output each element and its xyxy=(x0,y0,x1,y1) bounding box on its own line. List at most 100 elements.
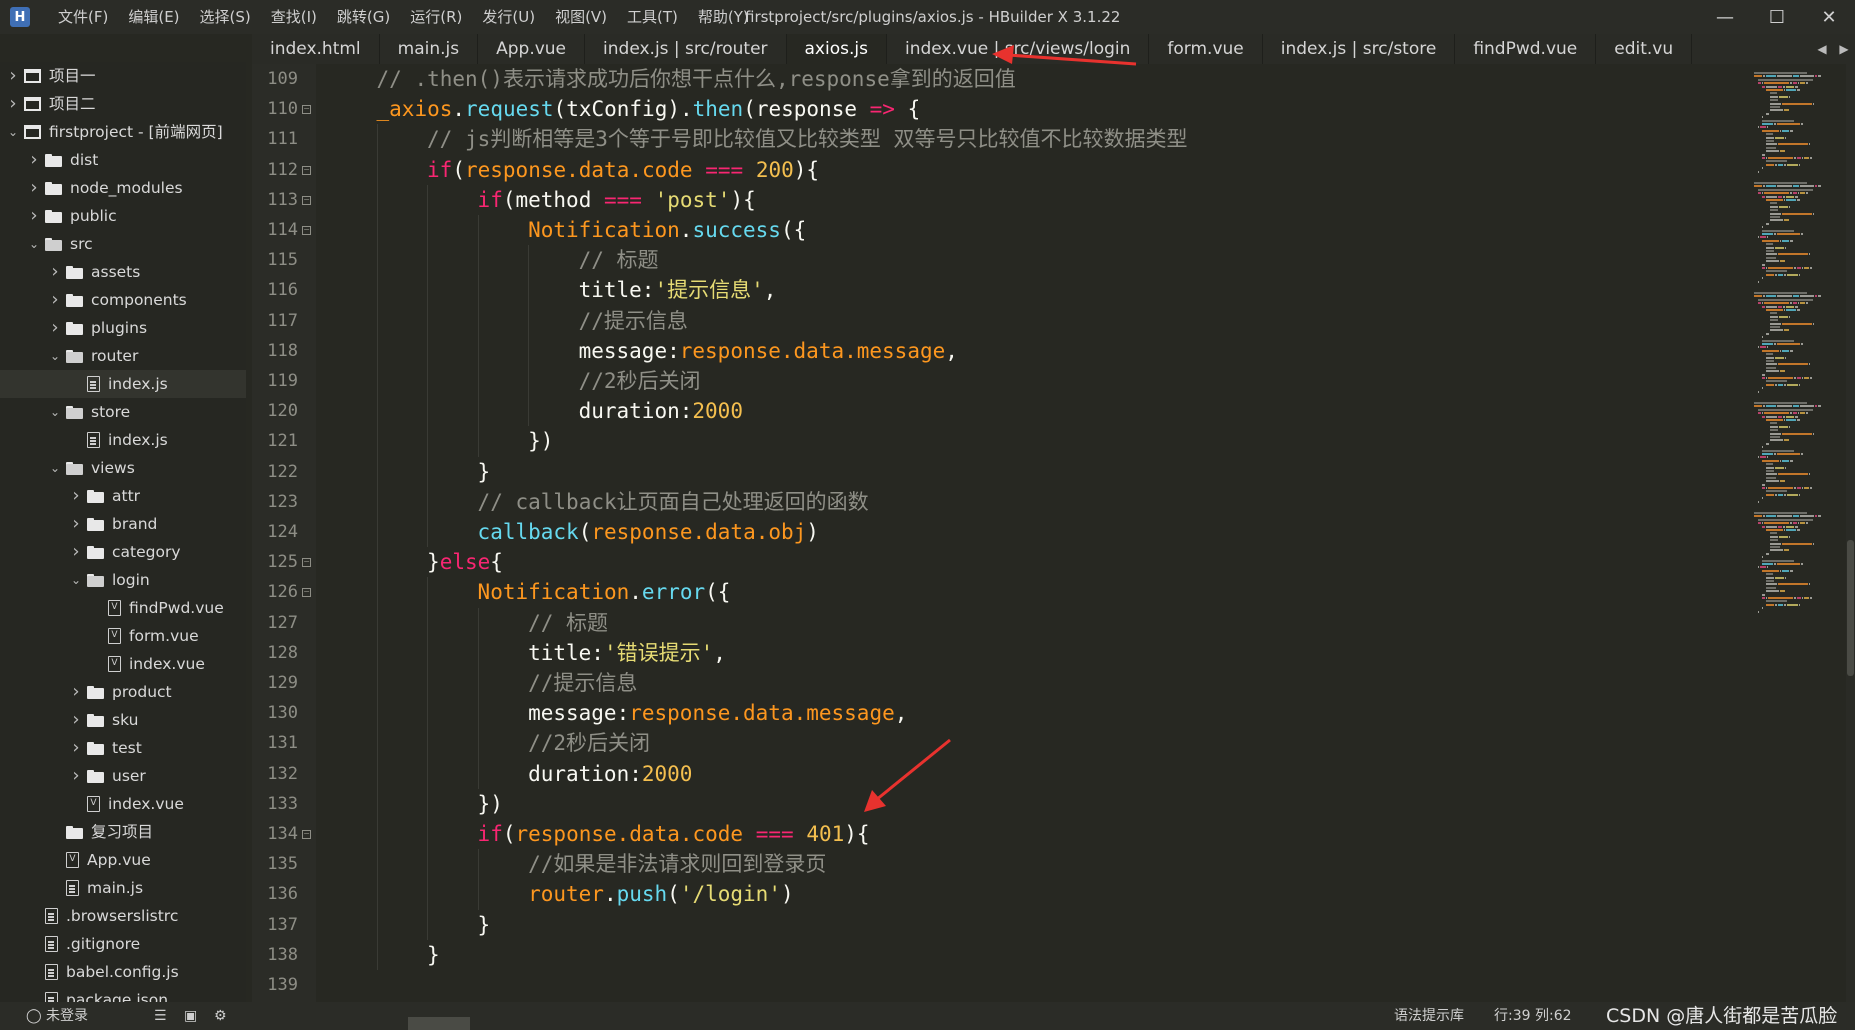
code-line[interactable]: } xyxy=(318,457,491,487)
tab-4[interactable]: axios.js xyxy=(786,34,887,64)
user-icon[interactable]: ◯ xyxy=(26,1002,42,1030)
tree-item[interactable]: ⌄ router xyxy=(0,342,246,370)
tree-item[interactable]: › attr xyxy=(0,482,246,510)
tab-5[interactable]: index.vue | src/views/login xyxy=(887,34,1150,64)
code-line[interactable]: }) xyxy=(318,789,503,819)
chevron-left-icon[interactable]: ◀ xyxy=(1817,42,1826,56)
minimap[interactable] xyxy=(1742,64,1846,1002)
tab-3[interactable]: index.js | src/router xyxy=(585,34,787,64)
chevron-icon[interactable]: › xyxy=(69,510,83,538)
menu-item-3[interactable]: 查找(I) xyxy=(261,0,327,34)
close-icon[interactable]: ✕ xyxy=(1803,0,1855,34)
tree-item[interactable]: › assets xyxy=(0,258,246,286)
code-line[interactable]: _axios.request(txConfig).then(response =… xyxy=(318,94,921,124)
maximize-icon[interactable]: ☐ xyxy=(1751,0,1803,34)
code-line[interactable]: if(response.data.code === 401){ xyxy=(318,819,870,849)
code-line[interactable]: }) xyxy=(318,426,553,456)
tree-item[interactable]: › public xyxy=(0,202,246,230)
code-line[interactable]: router.push('/login') xyxy=(318,879,794,909)
tab-9[interactable]: edit.vu xyxy=(1596,34,1693,64)
code-line[interactable]: // callback让页面自己处理返回的函数 xyxy=(318,487,869,517)
code-line[interactable]: //提示信息 xyxy=(318,306,688,336)
chevron-icon[interactable]: ⌄ xyxy=(48,342,62,370)
chevron-icon[interactable]: › xyxy=(69,482,83,510)
tree-item[interactable]: ⌄ firstproject - [前端网页] xyxy=(0,118,246,146)
chevron-icon[interactable]: › xyxy=(6,90,20,118)
code-line[interactable]: // .then()表示请求成功后你想干点什么,response拿到的返回值 xyxy=(318,64,1016,94)
fold-toggle-icon[interactable]: − xyxy=(302,195,311,205)
fold-toggle-icon[interactable]: − xyxy=(302,165,311,175)
fold-toggle-icon[interactable]: − xyxy=(302,588,311,598)
vertical-scrollbar[interactable] xyxy=(1846,64,1855,1002)
tree-item[interactable]: › components xyxy=(0,286,246,314)
code-line[interactable]: // js判断相等是3个等于号即比较值又比较类型 双等号只比较值不比较数据类型 xyxy=(318,124,1188,154)
tab-1[interactable]: main.js xyxy=(380,34,479,64)
syntax-hint-library[interactable]: 语法提示库 xyxy=(1394,1002,1464,1030)
settings-icon[interactable]: ⚙ xyxy=(214,1002,227,1030)
preview-icon[interactable]: ▣ xyxy=(184,1002,197,1030)
tree-item[interactable]: VfindPwd.vue xyxy=(0,594,246,622)
tab-0[interactable]: index.html xyxy=(252,34,380,64)
tree-item[interactable]: › product xyxy=(0,678,246,706)
tab-6[interactable]: form.vue xyxy=(1149,34,1263,64)
tab-7[interactable]: index.js | src/store xyxy=(1263,34,1456,64)
code-line[interactable]: } xyxy=(318,940,440,970)
tree-item[interactable]: index.js xyxy=(0,370,246,398)
tree-item[interactable]: › plugins xyxy=(0,314,246,342)
code-line[interactable]: title:'错误提示', xyxy=(318,638,726,668)
tree-item[interactable]: › sku xyxy=(0,706,246,734)
chevron-icon[interactable]: › xyxy=(69,762,83,790)
tree-item[interactable]: › user xyxy=(0,762,246,790)
tab-8[interactable]: findPwd.vue xyxy=(1455,34,1597,64)
code-line[interactable]: message:response.data.message, xyxy=(318,336,958,366)
tree-item[interactable]: › 项目一 xyxy=(0,62,246,90)
menu-item-5[interactable]: 运行(R) xyxy=(400,0,472,34)
tree-item[interactable]: ⌄ src xyxy=(0,230,246,258)
code-line[interactable]: //2秒后关闭 xyxy=(318,366,701,396)
login-status[interactable]: 未登录 xyxy=(46,1002,88,1030)
tree-item[interactable]: .browserslistrc xyxy=(0,902,246,930)
chevron-icon[interactable]: ⌄ xyxy=(48,398,62,426)
minimize-icon[interactable]: — xyxy=(1699,0,1751,34)
code-line[interactable]: duration:2000 xyxy=(318,396,743,426)
menu-item-6[interactable]: 发行(U) xyxy=(472,0,545,34)
code-line[interactable]: } xyxy=(318,910,491,940)
code-line[interactable]: // 标题 xyxy=(318,608,608,638)
chevron-icon[interactable]: ⌄ xyxy=(69,566,83,594)
chevron-icon[interactable]: › xyxy=(48,258,62,286)
code-line[interactable]: // 标题 xyxy=(318,245,659,275)
tree-item[interactable]: 复习项目 xyxy=(0,818,246,846)
chevron-icon[interactable]: › xyxy=(69,706,83,734)
tree-item[interactable]: V App.vue xyxy=(0,846,246,874)
tree-item[interactable]: Vindex.vue xyxy=(0,790,246,818)
chevron-icon[interactable]: ⌄ xyxy=(48,454,62,482)
code-line[interactable]: Notification.error({ xyxy=(318,577,731,607)
code-line[interactable]: //2秒后关闭 xyxy=(318,728,650,758)
tab-scroll-controls[interactable]: ◀ ▶ xyxy=(1811,34,1855,64)
chevron-icon[interactable]: › xyxy=(48,286,62,314)
fold-toggle-icon[interactable]: − xyxy=(302,226,311,235)
tree-item[interactable]: ⌄ views xyxy=(0,454,246,482)
menu-item-2[interactable]: 选择(S) xyxy=(190,0,261,34)
code-line[interactable]: callback(response.data.obj) xyxy=(318,517,819,547)
tree-item[interactable]: › node_modules xyxy=(0,174,246,202)
tree-item[interactable]: babel.config.js xyxy=(0,958,246,986)
tree-item[interactable]: .gitignore xyxy=(0,930,246,958)
tree-item[interactable]: ⌄ store xyxy=(0,398,246,426)
tree-item[interactable]: main.js xyxy=(0,874,246,902)
cursor-position[interactable]: 行:39 列:62 xyxy=(1494,1002,1572,1030)
code-line[interactable]: duration:2000 xyxy=(318,759,692,789)
code-line[interactable]: Notification.success({ xyxy=(318,215,806,245)
menu-item-8[interactable]: 工具(T) xyxy=(617,0,688,34)
code-line[interactable]: message:response.data.message, xyxy=(318,698,907,728)
chevron-icon[interactable]: ⌄ xyxy=(27,230,41,258)
chevron-icon[interactable]: ⌄ xyxy=(6,118,20,146)
chevron-icon[interactable]: › xyxy=(27,174,41,202)
fold-toggle-icon[interactable]: − xyxy=(302,558,311,568)
code-line[interactable]: title:'提示信息', xyxy=(318,275,777,305)
tree-item[interactable]: index.js xyxy=(0,426,246,454)
list-icon[interactable]: ☰ xyxy=(154,1002,167,1030)
chevron-icon[interactable]: › xyxy=(27,146,41,174)
chevron-icon[interactable]: › xyxy=(48,314,62,342)
code-line[interactable]: //如果是非法请求则回到登录页 xyxy=(318,849,826,879)
